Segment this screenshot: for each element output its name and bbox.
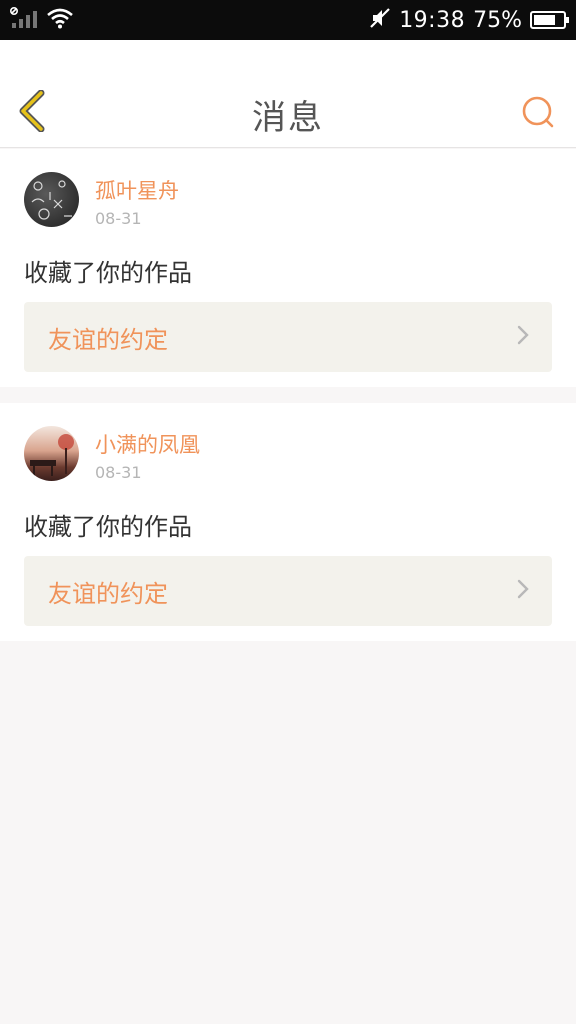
message-date: 08-31 bbox=[95, 209, 142, 228]
work-link[interactable]: 友谊的约定 bbox=[24, 556, 552, 626]
search-icon bbox=[521, 95, 555, 133]
status-bar-right: 19:38 75% bbox=[369, 7, 569, 33]
avatar-scene-icon bbox=[30, 434, 74, 476]
message-card[interactable]: 小满的凤凰 08-31 收藏了你的作品 友谊的约定 bbox=[0, 403, 576, 641]
work-title: 友谊的约定 bbox=[48, 325, 168, 354]
status-bar-left bbox=[9, 6, 74, 34]
avatar[interactable] bbox=[24, 172, 79, 227]
username[interactable]: 小满的凤凰 bbox=[95, 429, 200, 459]
work-link[interactable]: 友谊的约定 bbox=[24, 302, 552, 372]
signal-icon bbox=[9, 6, 38, 34]
chevron-right-icon bbox=[516, 325, 530, 349]
top-navigation-bar: 消息 bbox=[0, 40, 576, 148]
mute-icon bbox=[369, 7, 391, 33]
work-title: 友谊的约定 bbox=[48, 579, 168, 608]
avatar[interactable] bbox=[24, 426, 79, 481]
message-action-text: 收藏了你的作品 bbox=[24, 259, 192, 287]
battery-percent: 75% bbox=[473, 7, 522, 33]
chevron-right-icon bbox=[516, 579, 530, 603]
battery-level bbox=[534, 15, 555, 25]
avatar-pattern-icon bbox=[31, 180, 72, 220]
search-button[interactable] bbox=[518, 94, 558, 134]
battery-icon bbox=[530, 11, 569, 29]
message-action-text: 收藏了你的作品 bbox=[24, 513, 192, 541]
message-date: 08-31 bbox=[95, 463, 142, 482]
wifi-icon bbox=[46, 7, 74, 33]
page-title: 消息 bbox=[252, 98, 324, 138]
message-list: 孤叶星舟 08-31 收藏了你的作品 友谊的约定 小满的凤凰 08-31 收藏了… bbox=[0, 149, 576, 641]
status-bar: 19:38 75% bbox=[0, 0, 576, 40]
username[interactable]: 孤叶星舟 bbox=[95, 175, 179, 205]
status-time: 19:38 bbox=[399, 7, 466, 33]
message-card[interactable]: 孤叶星舟 08-31 收藏了你的作品 友谊的约定 bbox=[0, 149, 576, 387]
